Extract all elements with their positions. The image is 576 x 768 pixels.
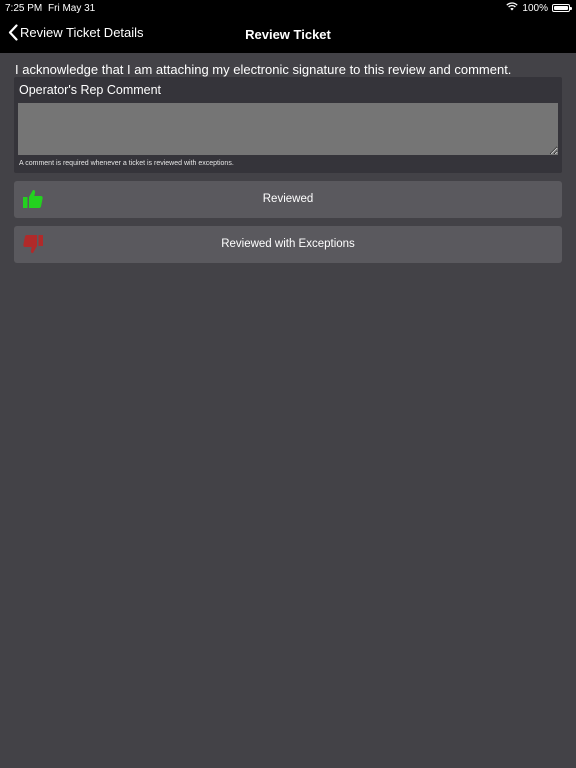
- comment-section: Operator's Rep Comment A comment is requ…: [14, 77, 562, 173]
- status-right: 100%: [506, 2, 572, 14]
- status-date: Fri May 31: [48, 3, 96, 14]
- navigation-bar: Review Ticket Details Review Ticket: [0, 16, 576, 53]
- comment-hint: A comment is required whenever a ticket …: [19, 160, 234, 167]
- page-title: Review Ticket: [245, 27, 331, 42]
- battery-percent: 100%: [522, 2, 548, 14]
- comment-input[interactable]: [18, 103, 558, 155]
- wifi-icon: [506, 2, 519, 14]
- comment-label: Operator's Rep Comment: [19, 83, 162, 97]
- status-time: 7:25 PM: [5, 3, 43, 14]
- acknowledgement-text: I acknowledge that I am attaching my ele…: [15, 62, 512, 77]
- reviewed-with-exceptions-button-label: Reviewed with Exceptions: [221, 238, 355, 250]
- reviewed-button[interactable]: Reviewed: [14, 181, 562, 218]
- status-bar: 7:25 PM Fri May 31 100%: [0, 0, 576, 16]
- reviewed-button-label: Reviewed: [262, 193, 314, 205]
- battery-icon: [552, 4, 572, 12]
- reviewed-with-exceptions-button[interactable]: Reviewed with Exceptions: [14, 226, 562, 263]
